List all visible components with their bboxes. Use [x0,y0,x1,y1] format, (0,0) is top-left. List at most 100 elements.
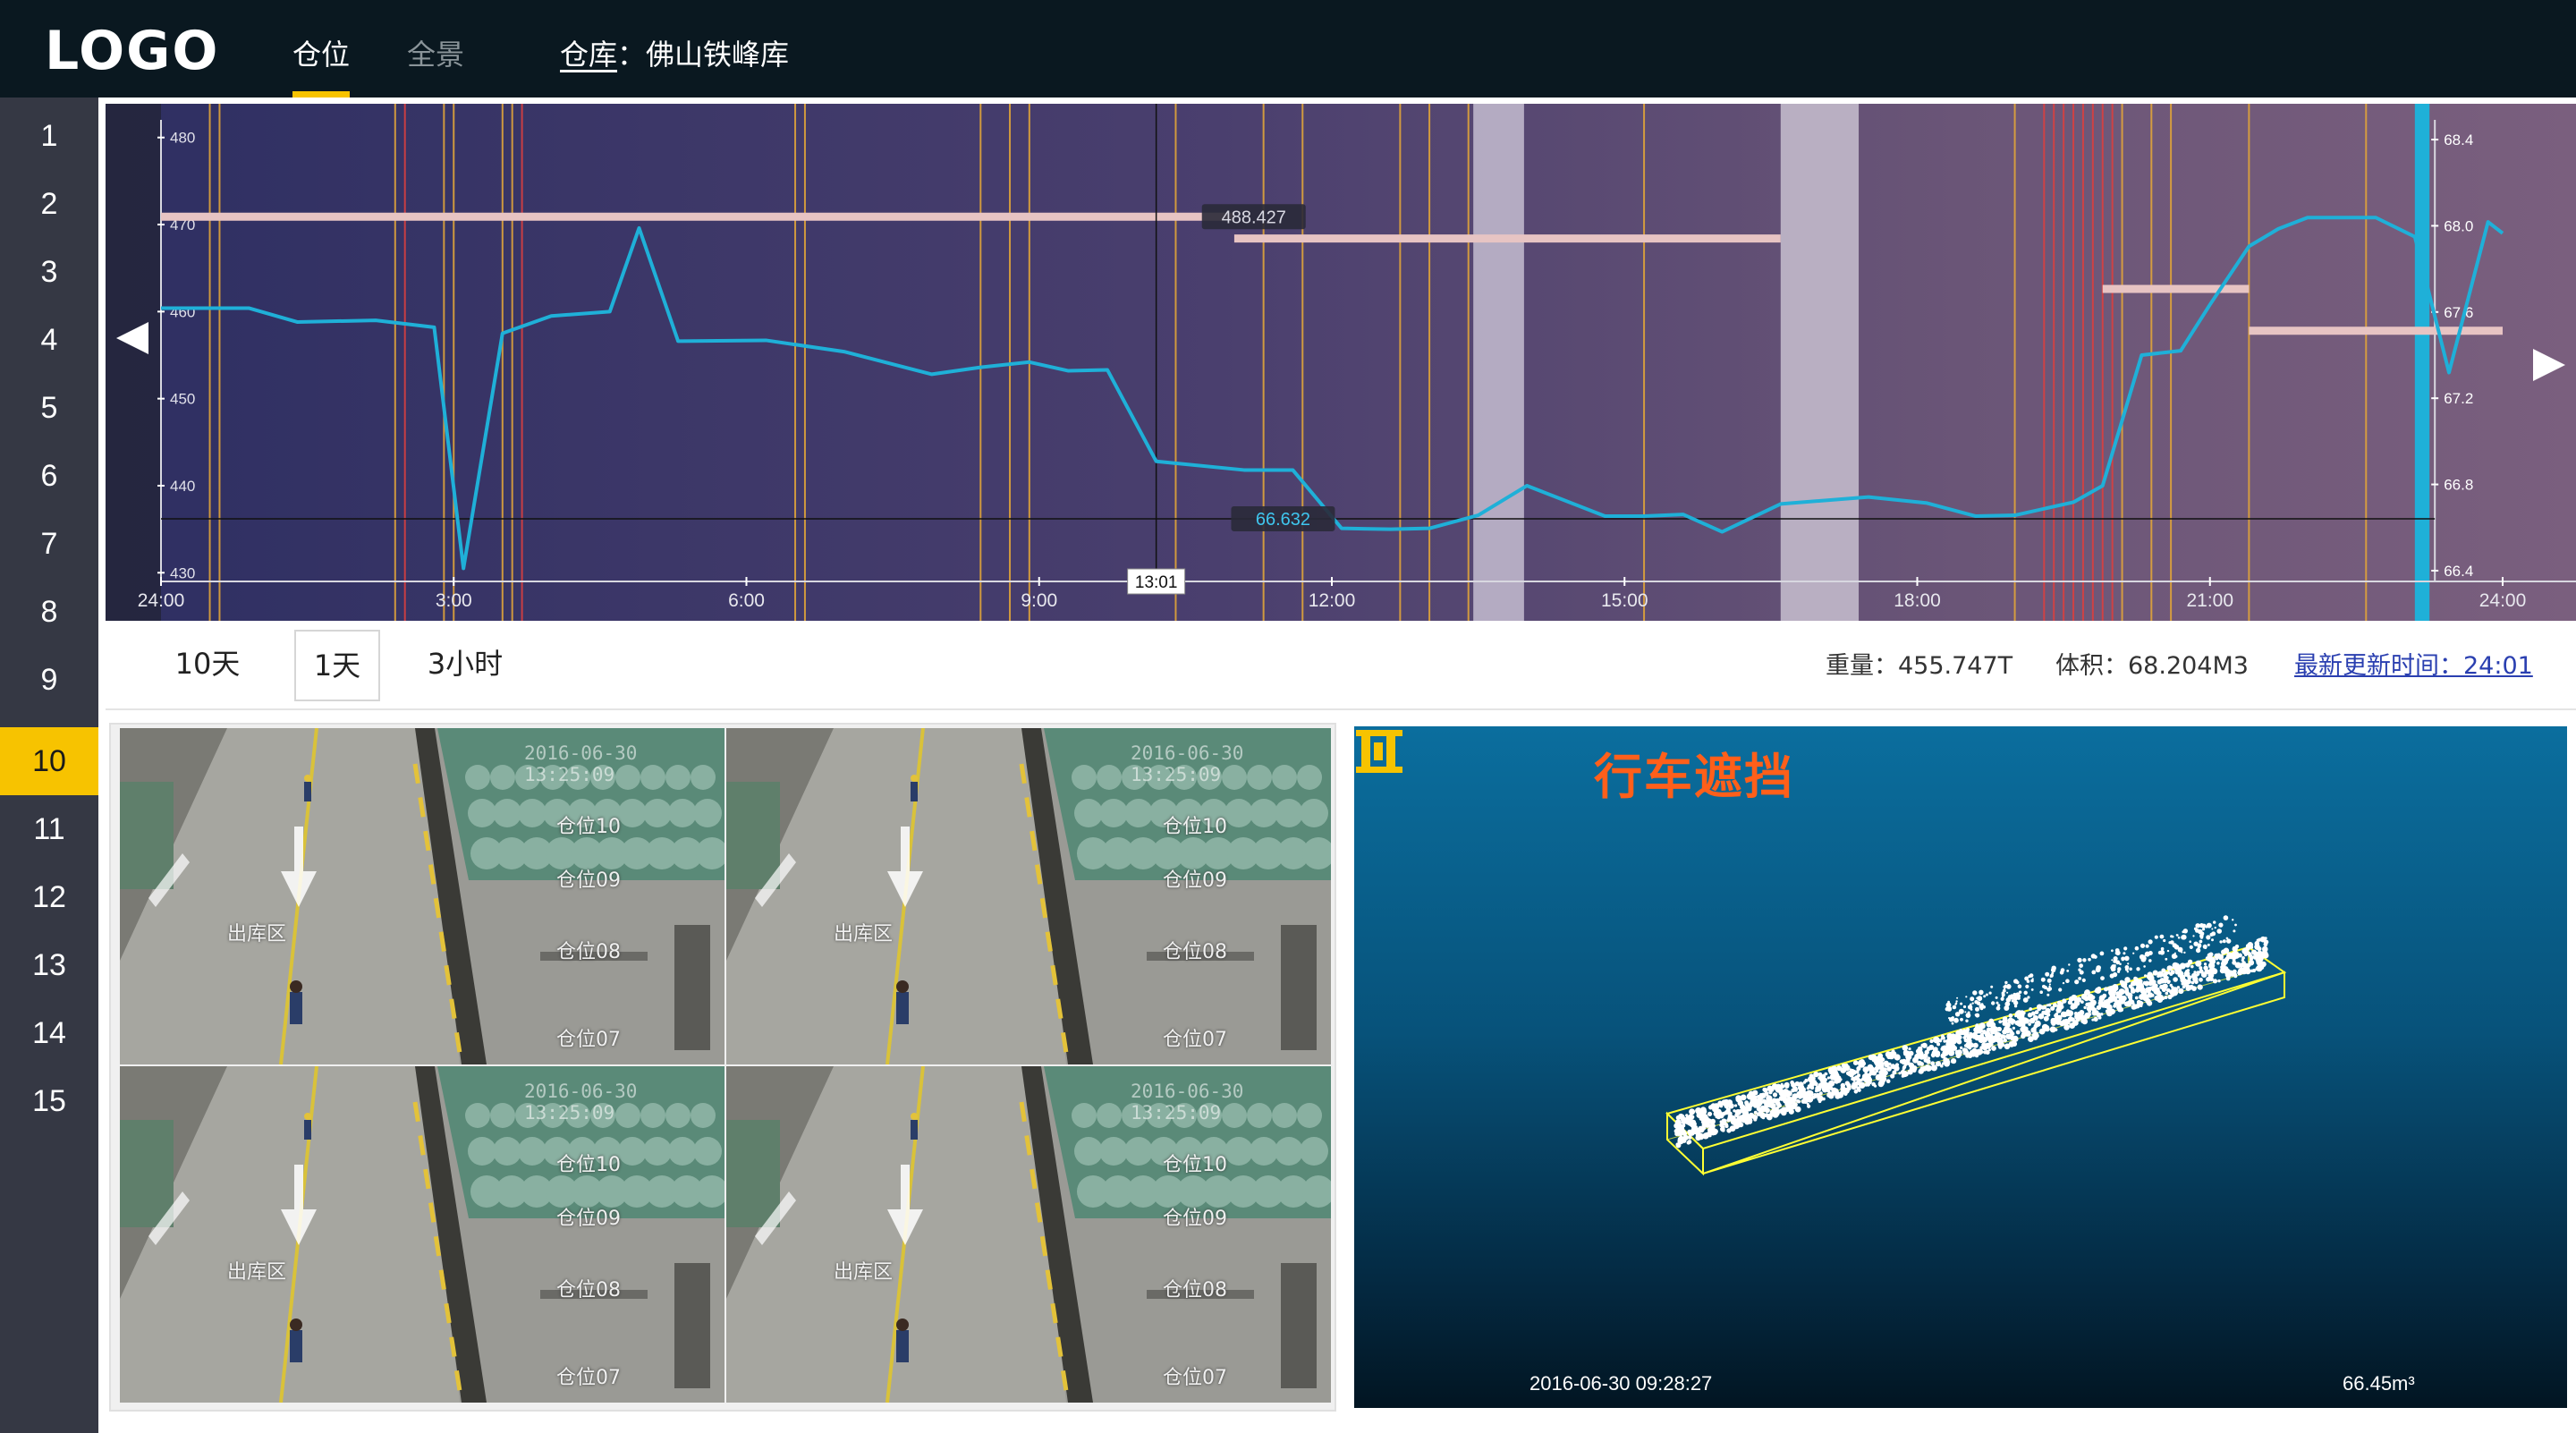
zone-label: 出库区 [834,923,894,945]
sidebar-item-9[interactable]: 9 [0,646,98,714]
bay-label: 仓位08 [556,1279,621,1302]
sidebar-item-2[interactable]: 2 [0,170,98,238]
warehouse-separator: ： [617,38,647,72]
chart-svg: 48047046045044043068.468.067.667.266.866… [106,104,2576,621]
bay-label: 仓位09 [556,869,621,892]
sidebar-item-13[interactable]: 13 [0,931,98,999]
range-1-day-button[interactable]: 1天 [294,630,380,701]
annotation-label: 488.427 [1222,208,1286,227]
camera-timestamp: 2016-06-30 13:25:09 [1131,1081,1244,1124]
x-tick-label: 18:00 [1894,590,1941,611]
warehouse-name: 佛山铁峰库 [646,38,790,72]
left-tick-label: 430 [170,564,195,581]
camera-feed-2[interactable]: 2016-06-30 13:25:09 出库区 仓位10 仓位09 仓位08 仓位07 [726,728,1331,1064]
x-tick-label: 24:00 [2479,590,2527,611]
sidebar-item-3[interactable]: 3 [0,238,98,306]
bay-label: 仓位10 [556,1154,621,1176]
point-cloud [1674,915,2269,1149]
warehouse-label: 仓库 [560,38,618,72]
highlight-band [1473,104,1524,621]
left-tick-label: 440 [170,478,195,495]
x-tick-label: 21:00 [2186,590,2233,611]
camera-feed-4[interactable]: 2016-06-30 13:25:09 出库区 仓位10 仓位09 仓位08 仓位07 [726,1066,1331,1403]
bay-sidebar: 1 2 3 4 5 6 7 8 9 10 11 12 13 14 15 [0,98,98,1433]
bay-label: 仓位09 [556,1208,621,1230]
chart-controls: 10天 1天 3小时 重量：455.747T 体积：68.204M3 最新更新时… [106,621,2576,710]
top-bar: LOGO 仓位 全景 仓库：佛山铁峰库 [0,0,2576,98]
zone-label: 出库区 [227,1261,287,1284]
volume-readout: 体积：68.204M3 [2055,652,2249,680]
bay-label: 仓位08 [1163,1279,1227,1302]
camera-feed-3[interactable]: 2016-06-30 13:25:09 出库区 仓位10 仓位09 仓位08 仓位07 [120,1066,724,1403]
weight-readout: 重量：455.747T [1826,652,2013,680]
tab-panorama[interactable]: 全景 [407,32,464,73]
tab-bay[interactable]: 仓位 [292,32,350,73]
camera-timestamp: 2016-06-30 13:25:09 [524,1081,638,1124]
chart-left-margin [106,104,161,621]
sidebar-item-14[interactable]: 14 [0,999,98,1067]
right-tick-label: 66.8 [2444,477,2473,494]
range-3-hours-button[interactable]: 3小时 [419,630,512,698]
right-tick-label: 68.0 [2444,217,2473,234]
sidebar-item-4[interactable]: 4 [0,306,98,374]
bay-label: 仓位09 [1163,1208,1227,1230]
sidebar-item-8[interactable]: 8 [0,578,98,646]
sidebar-item-5[interactable]: 5 [0,374,98,442]
next-period-arrow-icon[interactable] [2533,349,2565,381]
bounding-box [1665,945,2287,1176]
sidebar-item-12[interactable]: 12 [0,863,98,931]
zone-label: 出库区 [227,923,287,945]
right-tick-label: 68.4 [2444,131,2473,148]
cursor-time-label: 13:01 [1135,573,1178,592]
app-logo: LOGO [45,20,220,82]
bay-label: 仓位09 [1163,869,1227,892]
sidebar-item-10[interactable]: 10 [0,727,98,795]
bay-label: 仓位07 [1163,1367,1227,1389]
sidebar-item-11[interactable]: 11 [0,795,98,863]
sidebar-item-6[interactable]: 6 [0,442,98,510]
x-tick-label: 6:00 [728,590,765,611]
camera-timestamp: 2016-06-30 13:25:09 [1131,742,1244,785]
current-time-band [2414,104,2430,621]
bay-label: 仓位10 [1163,816,1227,838]
chart-background [106,104,2576,621]
annotation-label: 66.632 [1256,510,1310,530]
alert-message: 行车遮挡 [1594,749,1794,805]
sidebar-item-7[interactable]: 7 [0,510,98,578]
left-tick-label: 480 [170,130,195,147]
right-tick-label: 67.6 [2444,304,2473,321]
pointcloud-view[interactable]: 行车遮挡 2016-06-30 09:28:27 66.45m³ [1354,726,2567,1408]
sidebar-item-15[interactable]: 15 [0,1067,98,1135]
bay-label: 仓位07 [1163,1029,1227,1051]
warehouse-selector[interactable]: 仓库：佛山铁峰库 [560,32,789,73]
bay-label: 仓位10 [1163,1154,1227,1176]
right-tick-label: 67.2 [2444,390,2473,407]
bay-label: 仓位10 [556,816,621,838]
x-tick-label: 15:00 [1601,590,1648,611]
bay-label: 仓位07 [556,1029,621,1051]
x-tick-label: 3:00 [436,590,472,611]
x-tick-label: 24:00 [138,590,185,611]
highlight-band [1780,104,1860,621]
camera-feed-1[interactable]: 2016-06-30 13:25:09 出库区 仓位10 仓位09 仓位08 仓位07 [120,728,724,1064]
x-tick-label: 9:00 [1021,590,1057,611]
zone-label: 出库区 [834,1261,894,1284]
crane-warning-icon [1356,730,1402,773]
left-tick-label: 460 [170,303,195,320]
weight-volume-chart[interactable]: 480 470 460 450 440 430 68.4 68.0 67.6 67.2 66.8 66… [106,104,2576,621]
scan-timestamp: 2016-06-30 09:28:27 [1530,1372,1713,1395]
active-tab-indicator [292,91,350,98]
sidebar-item-1[interactable]: 1 [0,102,98,170]
range-10-days-button[interactable]: 10天 [161,630,254,698]
bay-label: 仓位07 [556,1367,621,1389]
camera-timestamp: 2016-06-30 13:25:09 [524,742,638,785]
camera-grid: 2016-06-30 13:25:09 出库区 仓位10 仓位09 仓位08 仓位07 2… [109,723,1336,1412]
scan-volume: 66.45m³ [2343,1372,2415,1395]
left-tick-label: 450 [170,391,195,408]
prev-period-arrow-icon[interactable] [116,322,148,354]
pointcloud-canvas [1665,915,2287,1176]
last-update-link[interactable]: 最新更新时间：24:01 [2294,646,2533,681]
bay-label: 仓位08 [1163,941,1227,963]
bay-label: 仓位08 [556,941,621,963]
right-tick-label: 66.4 [2444,563,2473,580]
